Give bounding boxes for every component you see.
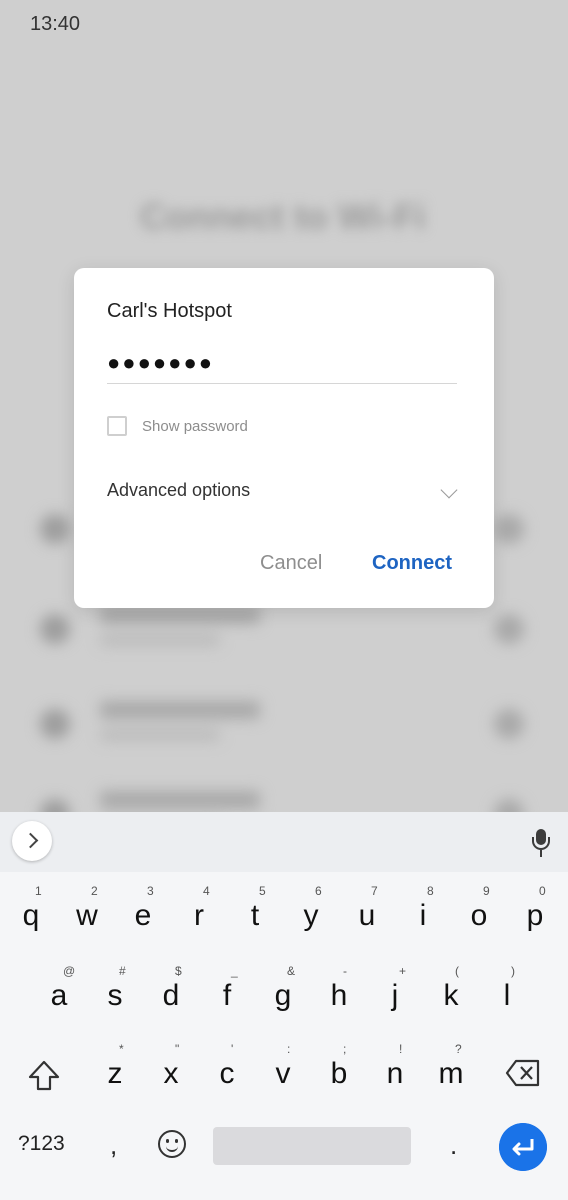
- space-bar[interactable]: [213, 1127, 411, 1165]
- soft-keyboard: 1q2w3e4r5t6y7u8i9o0p @ a # s $ d _ f & g - h + j(k) l …: [0, 812, 568, 1200]
- shift-icon[interactable]: [26, 1058, 62, 1094]
- show-password-label: Show password: [142, 417, 248, 435]
- key-label: l: [503, 979, 511, 1012]
- key-label: a: [50, 979, 68, 1012]
- keyboard-toolbar: [0, 812, 568, 872]
- key-label: z: [107, 1057, 123, 1090]
- key-u[interactable]: 7u: [342, 884, 392, 944]
- key-y[interactable]: 6y: [286, 884, 336, 944]
- key-a[interactable]: @ a: [34, 964, 84, 1024]
- key-label: y: [303, 899, 319, 932]
- background-row: [0, 785, 568, 812]
- key-q[interactable]: 1q: [6, 884, 56, 944]
- key-d[interactable]: $ d: [146, 964, 196, 1024]
- key-label: i: [419, 899, 427, 932]
- password-field[interactable]: ●●●●●●●: [107, 348, 457, 384]
- key-label: x: [163, 1057, 179, 1090]
- key-label: s: [107, 979, 123, 1012]
- symbols-key[interactable]: ?123: [18, 1132, 65, 1156]
- key-label: b: [330, 1057, 348, 1090]
- key-label: f: [222, 979, 232, 1012]
- chevron-down-icon[interactable]: [440, 481, 458, 499]
- key-e[interactable]: 3e: [118, 884, 168, 944]
- key-v[interactable]: :v: [258, 1042, 308, 1102]
- key-f[interactable]: _ f: [202, 964, 252, 1024]
- key-j[interactable]: + j: [370, 964, 420, 1024]
- wifi-connect-dialog: Carl's Hotspot ●●●●●●● Show password Adv…: [74, 268, 494, 608]
- emoji-icon[interactable]: [158, 1130, 186, 1158]
- key-l[interactable]: ) l: [482, 964, 532, 1024]
- key-s[interactable]: # s: [90, 964, 140, 1024]
- key-n[interactable]: ! n: [370, 1042, 420, 1102]
- key-label: c: [219, 1057, 235, 1090]
- key-label: d: [162, 979, 180, 1012]
- network-name: Carl's Hotspot: [107, 300, 232, 322]
- background-row: [0, 695, 568, 755]
- enter-icon[interactable]: [499, 1123, 547, 1171]
- backspace-icon[interactable]: [505, 1058, 541, 1088]
- comma-key[interactable]: ,: [110, 1130, 117, 1161]
- connect-button[interactable]: Connect: [372, 552, 452, 575]
- key-label: n: [386, 1057, 404, 1090]
- background-row: [0, 600, 568, 660]
- key-t[interactable]: 5t: [230, 884, 280, 944]
- advanced-options-label: Advanced options: [107, 480, 251, 500]
- key-o[interactable]: 9o: [454, 884, 504, 944]
- cancel-button[interactable]: Cancel: [260, 552, 322, 575]
- key-w[interactable]: 2w: [62, 884, 112, 944]
- show-password-row[interactable]: Show password: [107, 416, 248, 436]
- key-i[interactable]: 8i: [398, 884, 448, 944]
- key-g[interactable]: & g: [258, 964, 308, 1024]
- key-label: t: [250, 899, 260, 932]
- key-label: v: [275, 1057, 291, 1090]
- show-password-checkbox[interactable]: [107, 416, 127, 436]
- key-label: m: [438, 1057, 464, 1090]
- key-label: j: [391, 979, 399, 1012]
- key-label: w: [76, 899, 98, 932]
- key-h[interactable]: -h: [314, 964, 364, 1024]
- key-c[interactable]: ' c: [202, 1042, 252, 1102]
- key-label: e: [134, 899, 152, 932]
- key-label: p: [526, 899, 544, 932]
- key-label: k: [443, 979, 459, 1012]
- period-key[interactable]: .: [450, 1130, 457, 1161]
- key-m[interactable]: ? m: [426, 1042, 476, 1102]
- key-label: g: [274, 979, 292, 1012]
- background-title: Connect to Wi-Fi: [140, 196, 426, 237]
- key-label: r: [194, 899, 204, 932]
- mic-icon[interactable]: [531, 829, 551, 859]
- key-x[interactable]: " x: [146, 1042, 196, 1102]
- key-k[interactable]: (k: [426, 964, 476, 1024]
- advanced-options-row[interactable]: Advanced options: [107, 480, 458, 504]
- expand-icon[interactable]: [12, 821, 52, 861]
- key-r[interactable]: 4r: [174, 884, 224, 944]
- key-label: o: [470, 899, 488, 932]
- key-b[interactable]: ; b: [314, 1042, 364, 1102]
- key-p[interactable]: 0p: [510, 884, 560, 944]
- key-label: h: [330, 979, 348, 1012]
- key-label: q: [22, 899, 40, 932]
- key-z[interactable]: * z: [90, 1042, 140, 1102]
- key-label: u: [358, 899, 376, 932]
